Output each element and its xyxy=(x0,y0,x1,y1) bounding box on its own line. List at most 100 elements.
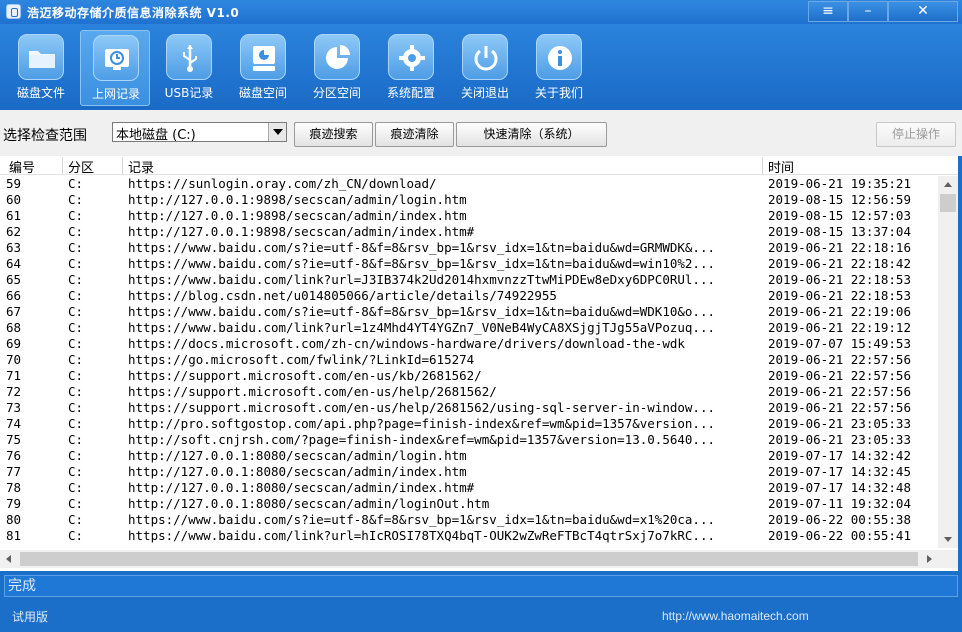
row-time: 2019-06-21 23:05:33 xyxy=(768,432,911,447)
row-time: 2019-06-21 22:18:53 xyxy=(768,288,911,303)
row-partition: C: xyxy=(68,304,84,319)
table-row[interactable]: 62 C: http://127.0.0.1:9898/secscan/admin/… xyxy=(0,224,938,240)
row-partition: C: xyxy=(68,400,84,415)
row-record: http://127.0.0.1:9898/secscan/admin/inde… xyxy=(128,208,467,223)
row-partition: C: xyxy=(68,240,84,255)
history-list[interactable]: 编号 分区 记录 时间 59 C: https://sunlogin.oray.co… xyxy=(0,156,958,571)
table-row[interactable]: 59 C: https://sunlogin.oray.com/zh_CN/down… xyxy=(0,176,938,192)
row-record: http://127.0.0.1:8080/secscan/admin/logi… xyxy=(128,448,467,463)
row-number: 71 xyxy=(6,368,22,383)
scroll-up-icon[interactable] xyxy=(938,176,958,193)
row-time: 2019-06-21 23:05:33 xyxy=(768,416,911,431)
trace-clear-button[interactable]: 痕迹清除 xyxy=(375,122,454,147)
quick-clear-button[interactable]: 快速清除（系统） xyxy=(456,122,607,147)
table-row[interactable]: 77 C: http://127.0.0.1:8080/secscan/admin/… xyxy=(0,464,938,480)
stop-button[interactable]: 停止操作 xyxy=(876,122,956,147)
toolbar-item-about[interactable]: 关于我们 xyxy=(524,30,594,106)
close-button[interactable]: ✕ xyxy=(888,1,958,22)
row-number: 78 xyxy=(6,480,22,495)
trace-search-button[interactable]: 痕迹搜索 xyxy=(294,122,373,147)
toolbar-item-disk-space[interactable]: 磁盘空间 xyxy=(228,30,298,106)
toolbar-item-system-config[interactable]: 系统配置 xyxy=(376,30,446,106)
toolbar-item-exit[interactable]: 关闭退出 xyxy=(450,30,520,106)
toolbar-item-disk-files[interactable]: 磁盘文件 xyxy=(6,30,76,106)
row-record: https://support.microsoft.com/en-us/kb/2… xyxy=(128,368,482,383)
menu-button[interactable]: ≡ xyxy=(808,1,848,22)
horizontal-scrollbar[interactable] xyxy=(0,550,938,568)
vertical-scrollbar[interactable] xyxy=(938,176,958,548)
row-record: https://docs.microsoft.com/zh-cn/windows… xyxy=(128,336,685,351)
table-row[interactable]: 76 C: http://127.0.0.1:8080/secscan/admin/… xyxy=(0,448,938,464)
toolbar-item-usb-records[interactable]: USB记录 xyxy=(154,30,224,106)
column-header-record[interactable]: 记录 xyxy=(122,157,762,176)
table-row[interactable]: 73 C: https://support.microsoft.com/en-us/… xyxy=(0,400,938,416)
column-header-time[interactable]: 时间 xyxy=(762,157,958,176)
table-row[interactable]: 79 C: http://127.0.0.1:8080/secscan/admin/… xyxy=(0,496,938,512)
table-row[interactable]: 60 C: http://127.0.0.1:9898/secscan/admin/… xyxy=(0,192,938,208)
table-row[interactable]: 80 C: https://www.baidu.com/s?ie=utf-8&f=8… xyxy=(0,512,938,528)
table-row[interactable]: 66 C: https://blog.csdn.net/u014805066/art… xyxy=(0,288,938,304)
table-row[interactable]: 64 C: https://www.baidu.com/s?ie=utf-8&f=8… xyxy=(0,256,938,272)
scroll-down-icon[interactable] xyxy=(938,531,958,548)
list-header: 编号 分区 记录 时间 xyxy=(0,156,958,176)
row-time: 2019-06-21 22:57:56 xyxy=(768,384,911,399)
table-row[interactable]: 67 C: https://www.baidu.com/s?ie=utf-8&f=8… xyxy=(0,304,938,320)
table-row[interactable]: 65 C: https://www.baidu.com/link?url=J3IB3… xyxy=(0,272,938,288)
row-record: http://127.0.0.1:8080/secscan/admin/logi… xyxy=(128,496,490,511)
row-record: http://127.0.0.1:8080/secscan/admin/inde… xyxy=(128,464,467,479)
row-record: https://www.baidu.com/s?ie=utf-8&f=8&rsv… xyxy=(128,240,715,255)
horizontal-scroll-thumb[interactable] xyxy=(20,552,918,566)
column-header-no[interactable]: 编号 xyxy=(4,157,60,176)
table-row[interactable]: 69 C: https://docs.microsoft.com/zh-cn/win… xyxy=(0,336,938,352)
row-time: 2019-07-17 14:32:42 xyxy=(768,448,911,463)
row-time: 2019-06-22 00:55:38 xyxy=(768,512,911,527)
row-number: 76 xyxy=(6,448,22,463)
scroll-right-icon[interactable] xyxy=(920,550,938,568)
website-link[interactable]: http://www.haomaitech.com xyxy=(662,609,809,623)
table-row[interactable]: 71 C: https://support.microsoft.com/en-us/… xyxy=(0,368,938,384)
column-header-partition[interactable]: 分区 xyxy=(62,157,120,176)
row-number: 61 xyxy=(6,208,22,223)
toolbar-label: 关于我们 xyxy=(534,86,583,100)
table-row[interactable]: 81 C: https://www.baidu.com/link?url=hIcRO… xyxy=(0,528,938,544)
row-partition: C: xyxy=(68,480,84,495)
row-number: 63 xyxy=(6,240,22,255)
pie-chart-icon xyxy=(314,34,360,80)
row-partition: C: xyxy=(68,336,84,351)
table-row[interactable]: 72 C: https://support.microsoft.com/en-us/… xyxy=(0,384,938,400)
filter-bar: 选择检查范围 本地磁盘 (C:) 痕迹搜索 痕迹清除 快速清除（系统） 停止操作 xyxy=(0,110,962,156)
table-row[interactable]: 63 C: https://www.baidu.com/s?ie=utf-8&f=8… xyxy=(0,240,938,256)
row-time: 2019-06-21 22:57:56 xyxy=(768,352,911,367)
row-partition: C: xyxy=(68,176,84,191)
list-rows: 59 C: https://sunlogin.oray.com/zh_CN/down… xyxy=(0,176,938,548)
row-record: https://www.baidu.com/s?ie=utf-8&f=8&rsv… xyxy=(128,512,715,527)
table-row[interactable]: 78 C: http://127.0.0.1:8080/secscan/admin/… xyxy=(0,480,938,496)
toolbar-label: 磁盘文件 xyxy=(16,86,65,100)
table-row[interactable]: 70 C: https://go.microsoft.com/fwlink/?Lin… xyxy=(0,352,938,368)
row-partition: C: xyxy=(68,352,84,367)
toolbar-label: 关闭退出 xyxy=(460,86,509,100)
table-row[interactable]: 75 C: http://soft.cnjrsh.com/?page=finish-… xyxy=(0,432,938,448)
power-icon xyxy=(462,34,508,80)
table-row[interactable]: 74 C: http://pro.softgostop.com/api.php?pa… xyxy=(0,416,938,432)
vertical-scroll-thumb[interactable] xyxy=(940,194,956,212)
minimize-button[interactable]: – xyxy=(848,1,888,22)
gear-icon xyxy=(388,34,434,80)
scroll-left-icon[interactable] xyxy=(0,550,18,568)
toolbar-item-browser-history[interactable]: 上网记录 xyxy=(80,30,150,106)
row-time: 2019-06-21 22:57:56 xyxy=(768,368,911,383)
row-time: 2019-07-07 15:49:53 xyxy=(768,336,911,351)
row-number: 77 xyxy=(6,464,22,479)
table-row[interactable]: 61 C: http://127.0.0.1:9898/secscan/admin/… xyxy=(0,208,938,224)
disk-select[interactable]: 本地磁盘 (C:) xyxy=(112,122,287,143)
row-partition: C: xyxy=(68,464,84,479)
row-time: 2019-07-17 14:32:48 xyxy=(768,480,911,495)
row-partition: C: xyxy=(68,288,84,303)
row-partition: C: xyxy=(68,448,84,463)
toolbar-item-partition-space[interactable]: 分区空间 xyxy=(302,30,372,106)
row-time: 2019-08-15 13:37:04 xyxy=(768,224,911,239)
table-row[interactable]: 68 C: https://www.baidu.com/link?url=1z4Mh… xyxy=(0,320,938,336)
row-partition: C: xyxy=(68,432,84,447)
chevron-down-icon[interactable] xyxy=(268,123,286,141)
row-number: 67 xyxy=(6,304,22,319)
